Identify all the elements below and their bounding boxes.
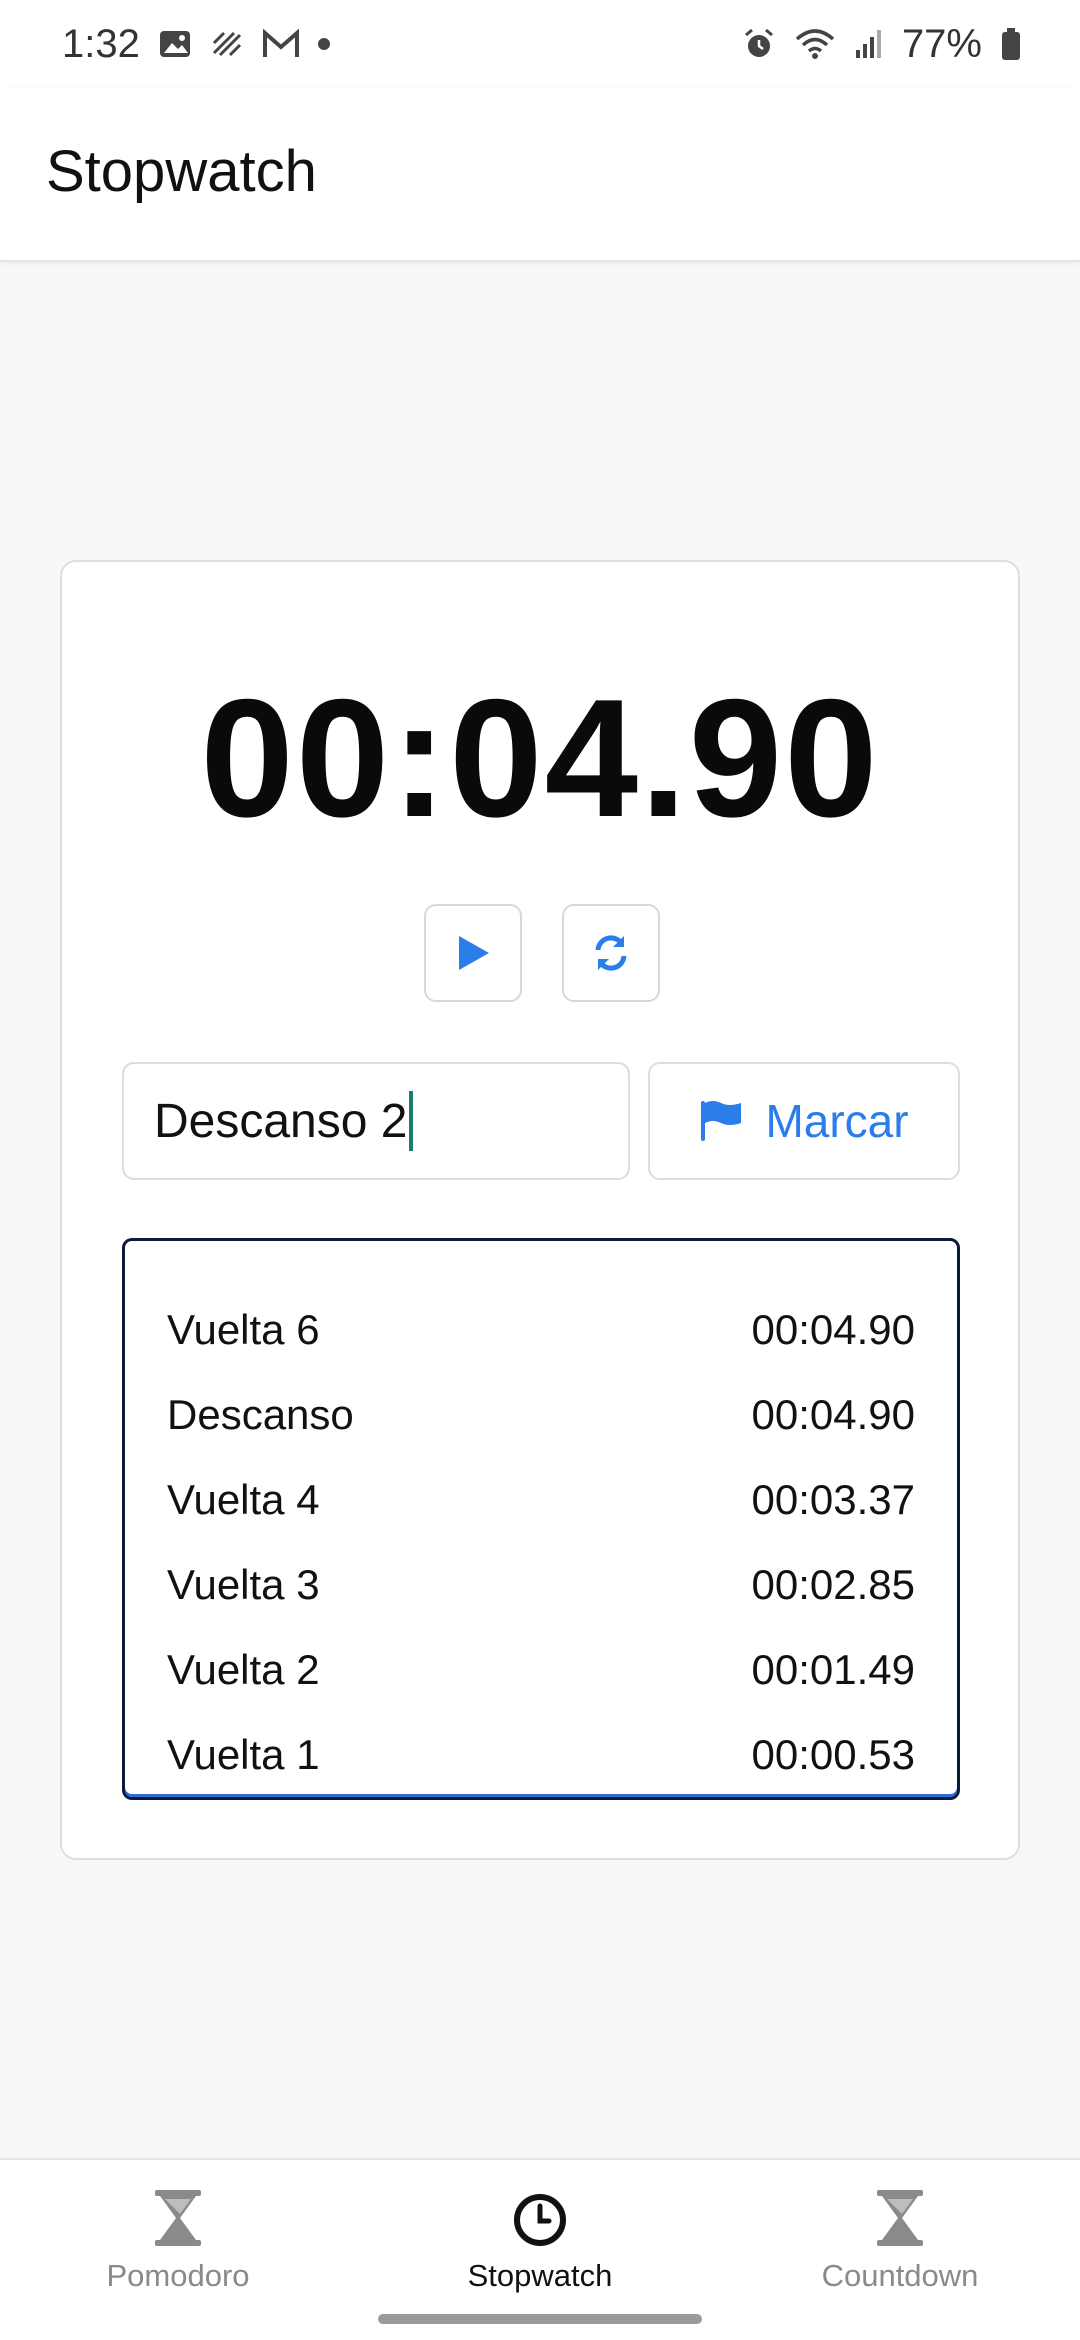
nav-label-pomodoro: Pomodoro bbox=[106, 2258, 250, 2293]
nav-label-stopwatch: Stopwatch bbox=[467, 2258, 613, 2293]
lap-time: 00:03.37 bbox=[751, 1475, 916, 1523]
status-time: 1:32 bbox=[62, 21, 140, 66]
hourglass-icon bbox=[877, 2190, 923, 2246]
status-bar-left: 1:32 bbox=[62, 22, 330, 67]
lap-name: Descanso bbox=[167, 1390, 354, 1438]
nav-item-stopwatch[interactable]: Stopwatch bbox=[390, 2188, 690, 2294]
lap-time: 00:04.90 bbox=[751, 1390, 916, 1438]
reset-button[interactable] bbox=[562, 904, 660, 1002]
lap-name: Vuelta 1 bbox=[167, 1730, 320, 1778]
laps-list[interactable]: Vuelta 6 00:04.90 Descanso 00:04.90 Vuel… bbox=[122, 1238, 960, 1800]
lap-name: Vuelta 3 bbox=[167, 1560, 320, 1608]
lap-row: Vuelta 4 00:03.37 bbox=[167, 1457, 915, 1542]
lap-row: Descanso 00:04.90 bbox=[167, 1372, 915, 1457]
nav-item-pomodoro[interactable]: Pomodoro bbox=[28, 2188, 328, 2294]
notification-dot bbox=[317, 38, 330, 50]
lap-name: Vuelta 4 bbox=[167, 1475, 320, 1523]
flag-icon bbox=[701, 1101, 742, 1141]
lap-name-input-value: Descanso 2 bbox=[154, 1094, 408, 1148]
nav-item-countdown[interactable]: Countdown bbox=[750, 2188, 1050, 2294]
status-bar: 1:32 77% bbox=[0, 0, 1080, 88]
text-caret bbox=[409, 1091, 414, 1151]
lap-time: 00:04.90 bbox=[751, 1305, 916, 1353]
lap-name: Vuelta 6 bbox=[167, 1305, 320, 1353]
home-indicator[interactable] bbox=[378, 2314, 702, 2324]
signal-sync-icon bbox=[210, 29, 244, 59]
image-icon bbox=[158, 29, 192, 59]
lap-time: 00:01.49 bbox=[751, 1645, 916, 1693]
lap-row: Vuelta 1 00:00.53 bbox=[167, 1712, 915, 1797]
play-icon bbox=[459, 936, 489, 970]
status-bar-right: 77% bbox=[742, 22, 1022, 67]
refresh-icon bbox=[595, 935, 627, 971]
mark-lap-label: Marcar bbox=[765, 1095, 909, 1147]
mark-lap-button[interactable]: Marcar bbox=[648, 1062, 960, 1180]
lap-row: Vuelta 3 00:02.85 bbox=[167, 1542, 915, 1627]
gmail-icon bbox=[262, 29, 300, 59]
bottom-navigation: Pomodoro Stopwatch Countdown bbox=[0, 2158, 1080, 2340]
lap-time: 00:02.85 bbox=[751, 1560, 916, 1608]
stopwatch-card: 00:04.90 Descanso 2 Marcar Vuelta 6 00:0… bbox=[60, 560, 1020, 1860]
lap-name-input[interactable]: Descanso 2 bbox=[122, 1062, 630, 1180]
clock-icon bbox=[514, 2194, 566, 2246]
play-button[interactable] bbox=[424, 904, 522, 1002]
page-title: Stopwatch bbox=[46, 139, 317, 204]
alarm-icon bbox=[742, 27, 776, 61]
battery-percentage: 77% bbox=[901, 21, 982, 66]
wifi-icon bbox=[794, 27, 836, 61]
lap-row: Vuelta 2 00:01.49 bbox=[167, 1627, 915, 1712]
hourglass-icon bbox=[155, 2190, 201, 2246]
app-bar: Stopwatch bbox=[0, 88, 1080, 262]
stopwatch-time-display: 00:04.90 bbox=[200, 664, 880, 852]
nav-label-countdown: Countdown bbox=[821, 2258, 979, 2293]
lap-row: Vuelta 6 00:04.90 bbox=[167, 1287, 915, 1372]
battery-icon bbox=[1000, 27, 1022, 61]
lap-name: Vuelta 2 bbox=[167, 1645, 320, 1693]
cell-signal-icon bbox=[854, 28, 884, 60]
lap-time: 00:00.53 bbox=[751, 1730, 916, 1778]
